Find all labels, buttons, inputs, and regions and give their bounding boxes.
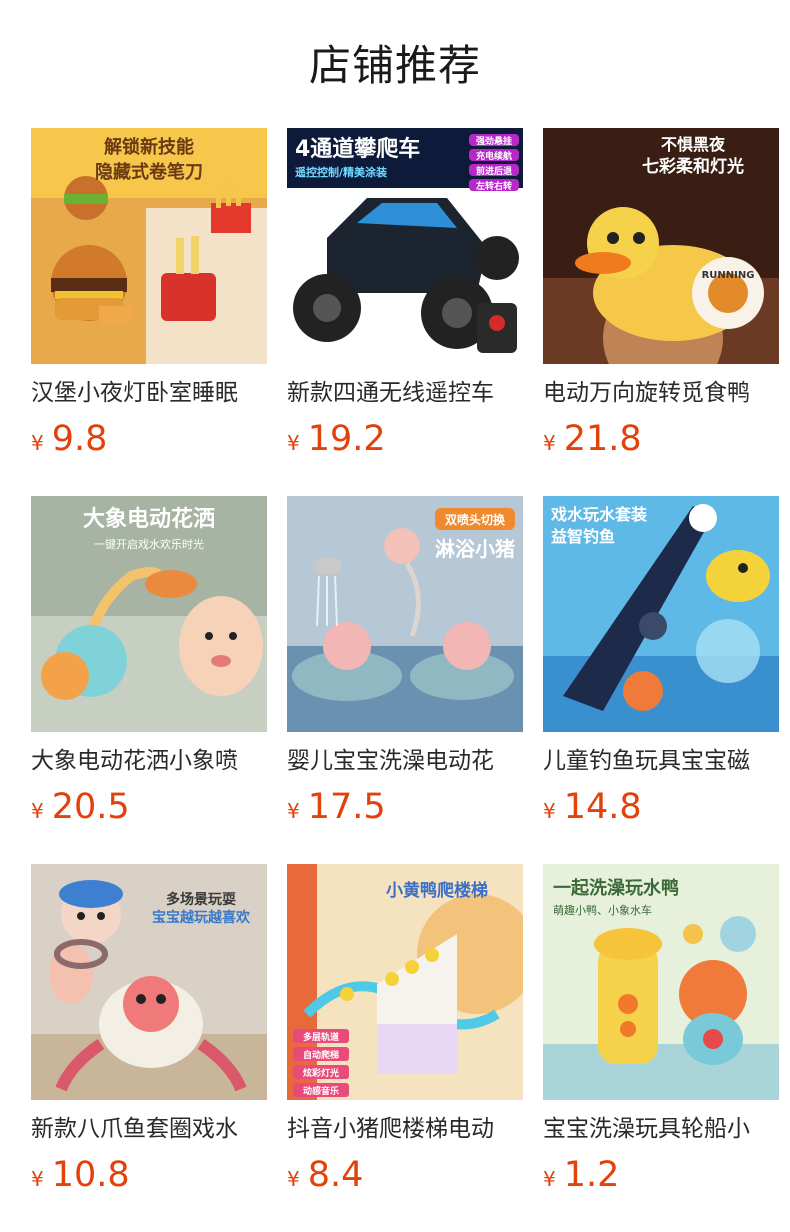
duck-boat-icon: 一起洗澡玩水鸭 萌趣小鸭、小象水车 — [543, 864, 779, 1100]
product-image[interactable]: 不惧黑夜 七彩柔和灯光 RUNNING — [543, 128, 779, 364]
pig-bath-icon: 双喷头切换 淋浴小猪 — [287, 496, 523, 732]
svg-text:益智钓鱼: 益智钓鱼 — [551, 527, 615, 546]
product-price: ¥20.5 — [31, 787, 267, 827]
product-image[interactable]: 一起洗澡玩水鸭 萌趣小鸭、小象水车 — [543, 864, 779, 1100]
svg-text:自动爬梯: 自动爬梯 — [303, 1049, 339, 1061]
product-card[interactable]: 4通道攀爬车 遥控控制/精美涂装 强劲悬挂 充电续航 前进后退 左转右转 新款四… — [287, 128, 523, 459]
svg-text:炫彩灯光: 炫彩灯光 — [303, 1067, 339, 1079]
product-title[interactable]: 新款四通无线遥控车 — [287, 377, 523, 409]
price-value: 21.8 — [563, 419, 642, 459]
currency-symbol: ¥ — [287, 431, 300, 455]
product-card[interactable]: 不惧黑夜 七彩柔和灯光 RUNNING 电动万向旋转觅食鸭 ¥21.8 — [543, 128, 779, 459]
currency-symbol: ¥ — [543, 431, 556, 455]
svg-text:一起洗澡玩水鸭: 一起洗澡玩水鸭 — [553, 877, 679, 899]
currency-symbol: ¥ — [543, 799, 556, 823]
product-title[interactable]: 新款八爪鱼套圈戏水 — [31, 1113, 267, 1145]
product-card[interactable]: 一起洗澡玩水鸭 萌趣小鸭、小象水车 宝宝洗澡玩具轮船小 ¥1.2 — [543, 864, 779, 1195]
price-value: 8.4 — [307, 1155, 364, 1195]
octopus-toy-icon: 多场景玩耍 宝宝越玩越喜欢 — [31, 864, 267, 1100]
duck-stairs-icon: 小黄鸭爬楼梯 多层轨道 自动爬梯 炫彩灯光 动感音乐 — [287, 864, 523, 1100]
svg-text:多场景玩耍: 多场景玩耍 — [166, 891, 236, 908]
svg-text:遥控控制/精美涂装: 遥控控制/精美涂装 — [295, 165, 387, 179]
product-title[interactable]: 抖音小猪爬楼梯电动 — [287, 1113, 523, 1145]
page-title: 店铺推荐 — [308, 41, 481, 90]
svg-text:小黄鸭爬楼梯: 小黄鸭爬楼梯 — [386, 880, 488, 901]
product-title[interactable]: 大象电动花洒小象喷 — [31, 745, 267, 777]
svg-text:七彩柔和灯光: 七彩柔和灯光 — [642, 156, 744, 177]
currency-symbol: ¥ — [287, 799, 300, 823]
svg-text:不惧黑夜: 不惧黑夜 — [661, 135, 726, 154]
currency-symbol: ¥ — [31, 799, 44, 823]
currency-symbol: ¥ — [543, 1167, 556, 1191]
product-price: ¥10.8 — [31, 1155, 267, 1195]
product-image[interactable]: 小黄鸭爬楼梯 多层轨道 自动爬梯 炫彩灯光 动感音乐 — [287, 864, 523, 1100]
product-price: ¥9.8 — [31, 419, 267, 459]
product-card[interactable]: 大象电动花洒 一键开启戏水欢乐时光 大象电动花洒小象喷 ¥20.5 — [31, 496, 267, 827]
product-price: ¥21.8 — [543, 419, 779, 459]
product-card[interactable]: 多场景玩耍 宝宝越玩越喜欢 新款八爪鱼套圈戏水 ¥10.8 — [31, 864, 267, 1195]
price-value: 20.5 — [51, 787, 130, 827]
svg-text:RUNNING: RUNNING — [702, 270, 755, 281]
product-price: ¥19.2 — [287, 419, 523, 459]
product-image[interactable]: 戏水玩水套装 益智钓鱼 — [543, 496, 779, 732]
price-value: 14.8 — [563, 787, 642, 827]
svg-text:戏水玩水套装: 戏水玩水套装 — [550, 505, 647, 524]
product-price: ¥14.8 — [543, 787, 779, 827]
product-price: ¥8.4 — [287, 1155, 523, 1195]
price-value: 10.8 — [51, 1155, 130, 1195]
product-card[interactable]: 小黄鸭爬楼梯 多层轨道 自动爬梯 炫彩灯光 动感音乐 抖音小猪爬楼梯电动 ¥8.… — [287, 864, 523, 1195]
svg-text:双喷头切换: 双喷头切换 — [445, 512, 506, 527]
product-image[interactable]: 4通道攀爬车 遥控控制/精美涂装 强劲悬挂 充电续航 前进后退 左转右转 — [287, 128, 523, 364]
svg-text:一键开启戏水欢乐时光: 一键开启戏水欢乐时光 — [94, 537, 204, 551]
svg-text:隐藏式卷笔刀: 隐藏式卷笔刀 — [95, 161, 203, 183]
product-image[interactable]: 大象电动花洒 一键开启戏水欢乐时光 — [31, 496, 267, 732]
product-image[interactable]: 双喷头切换 淋浴小猪 — [287, 496, 523, 732]
svg-text:解锁新技能: 解锁新技能 — [104, 136, 194, 158]
svg-text:萌趣小鸭、小象水车: 萌趣小鸭、小象水车 — [553, 903, 652, 917]
price-value: 17.5 — [307, 787, 386, 827]
product-price: ¥1.2 — [543, 1155, 779, 1195]
price-value: 9.8 — [51, 419, 108, 459]
rc-car-icon: 4通道攀爬车 遥控控制/精美涂装 强劲悬挂 充电续航 前进后退 左转右转 — [287, 128, 523, 364]
product-title[interactable]: 宝宝洗澡玩具轮船小 — [543, 1113, 779, 1145]
product-title[interactable]: 汉堡小夜灯卧室睡眠 — [31, 377, 267, 409]
svg-text:宝宝越玩越喜欢: 宝宝越玩越喜欢 — [152, 909, 251, 926]
svg-text:4通道攀爬车: 4通道攀爬车 — [295, 136, 420, 162]
fishing-toy-icon: 戏水玩水套装 益智钓鱼 — [543, 496, 779, 732]
currency-symbol: ¥ — [31, 1167, 44, 1191]
product-card[interactable]: 解锁新技能 隐藏式卷笔刀 汉堡小夜灯卧室睡眠 ¥9.8 — [31, 128, 267, 459]
svg-text:动感音乐: 动感音乐 — [303, 1085, 339, 1097]
product-price: ¥17.5 — [287, 787, 523, 827]
svg-text:大象电动花洒: 大象电动花洒 — [83, 506, 215, 532]
elephant-shower-icon: 大象电动花洒 一键开启戏水欢乐时光 — [31, 496, 267, 732]
product-title[interactable]: 婴儿宝宝洗澡电动花 — [287, 745, 523, 777]
duck-toy-icon: 不惧黑夜 七彩柔和灯光 RUNNING — [543, 128, 779, 364]
svg-text:左转右转: 左转右转 — [475, 180, 512, 192]
burger-toy-icon: 解锁新技能 隐藏式卷笔刀 — [31, 128, 267, 364]
product-card[interactable]: 双喷头切换 淋浴小猪 婴儿宝宝洗澡电动花 ¥17.5 — [287, 496, 523, 827]
product-title[interactable]: 电动万向旋转觅食鸭 — [543, 377, 779, 409]
svg-text:淋浴小猪: 淋浴小猪 — [435, 537, 515, 561]
svg-text:充电续航: 充电续航 — [476, 150, 512, 162]
price-value: 1.2 — [563, 1155, 620, 1195]
product-image[interactable]: 解锁新技能 隐藏式卷笔刀 — [31, 128, 267, 364]
svg-text:前进后退: 前进后退 — [476, 165, 512, 177]
currency-symbol: ¥ — [287, 1167, 300, 1191]
svg-text:强劲悬挂: 强劲悬挂 — [476, 135, 512, 147]
product-image[interactable]: 多场景玩耍 宝宝越玩越喜欢 — [31, 864, 267, 1100]
price-value: 19.2 — [307, 419, 386, 459]
product-title[interactable]: 儿童钓鱼玩具宝宝磁 — [543, 745, 779, 777]
svg-text:多层轨道: 多层轨道 — [303, 1031, 339, 1043]
currency-symbol: ¥ — [31, 431, 44, 455]
product-card[interactable]: 戏水玩水套装 益智钓鱼 儿童钓鱼玩具宝宝磁 ¥14.8 — [543, 496, 779, 827]
